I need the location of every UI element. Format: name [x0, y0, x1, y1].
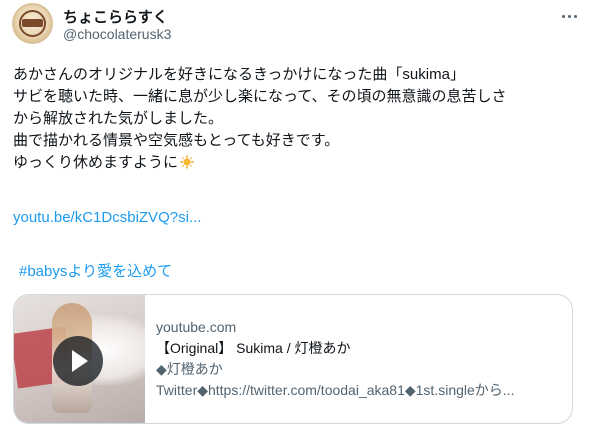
author-handle[interactable]: @chocolaterusk3 — [63, 26, 171, 42]
author-display-name[interactable]: ちょこららすく — [63, 6, 168, 27]
tweet-line: サビを聴いた時、一緒に息が少し楽になって、その頃の無意識の息苦しさ — [13, 88, 507, 105]
tweet-link[interactable]: youtu.be/kC1DcsbiZVQ?si... — [13, 209, 201, 226]
sun-emoji-icon — [179, 154, 195, 170]
card-text: youtube.com 【Original】 Sukima / 灯橙あか ◆灯橙… — [156, 317, 566, 401]
card-domain: youtube.com — [156, 319, 237, 335]
tweet-text: あかさんのオリジナルを好きになるきっかけになった曲「sukima」 サビを聴いた… — [13, 64, 583, 174]
video-thumbnail[interactable] — [14, 295, 145, 423]
more-icon[interactable] — [557, 6, 581, 26]
tweet-line-last: ゆっくり休めますように — [13, 152, 583, 174]
tweet-hashtag[interactable]: #babysより愛を込めて — [19, 260, 172, 281]
tweet-line: 曲で描かれる情景や空気感もとっても好きです。 — [13, 132, 340, 149]
avatar[interactable] — [12, 3, 53, 44]
avatar-band — [22, 19, 43, 27]
tweet-line: あかさんのオリジナルを好きになるきっかけになった曲「sukima」 — [13, 66, 465, 83]
tweet-line-text: ゆっくり休めますように — [13, 154, 179, 171]
play-icon[interactable] — [53, 336, 103, 386]
card-description-line1: ◆灯橙あか — [156, 361, 223, 377]
card-description-line2: Twitter◆https://twitter.com/toodai_aka81… — [156, 382, 515, 398]
card-title: 【Original】 Sukima / 灯橙あか — [156, 340, 351, 356]
link-card[interactable]: youtube.com 【Original】 Sukima / 灯橙あか ◆灯橙… — [13, 294, 573, 424]
tweet-line: から解放された気がしました。 — [13, 110, 224, 127]
